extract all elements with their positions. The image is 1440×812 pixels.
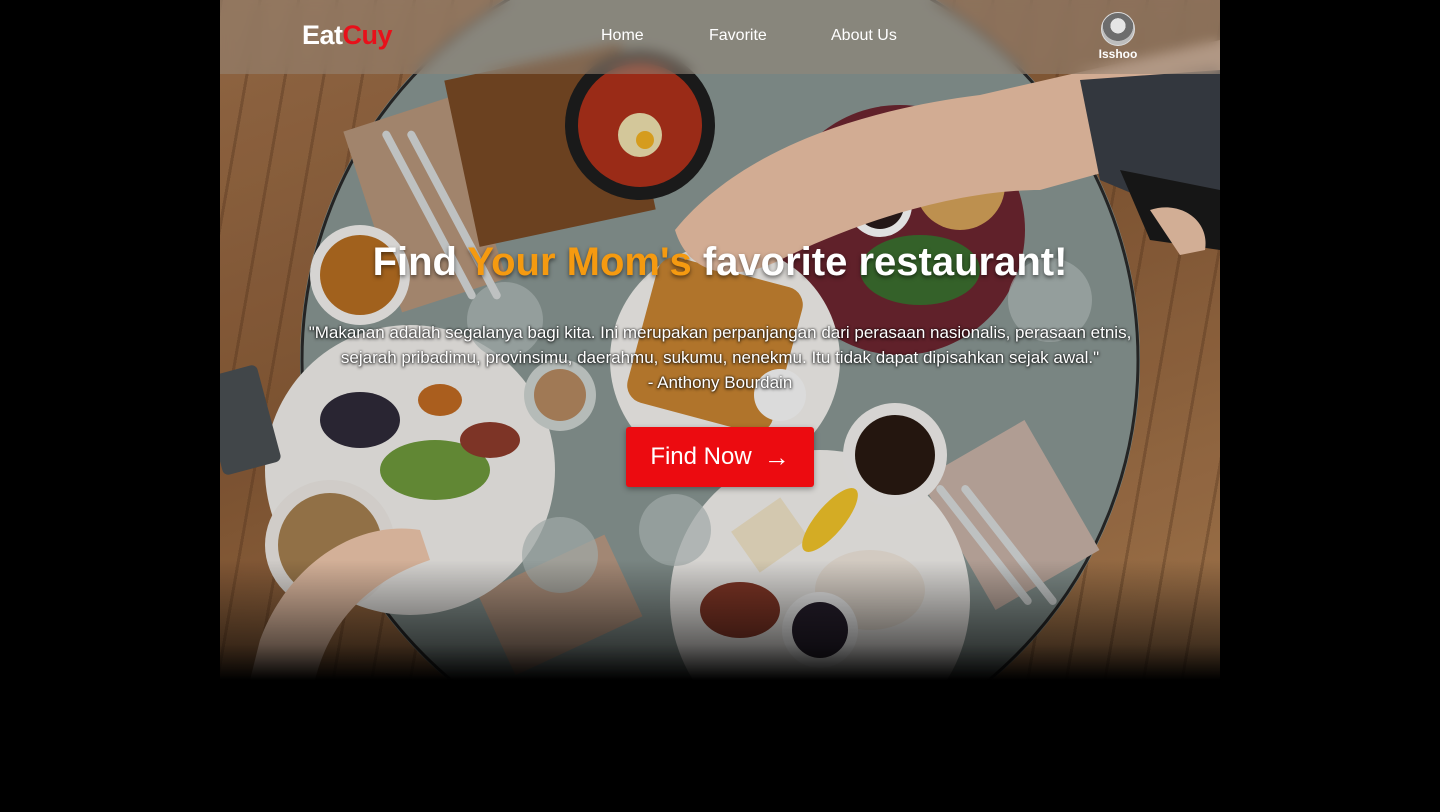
landing-page: EatCuy Home Favorite About Us Isshoo Fin… <box>220 0 1220 680</box>
quote-author: - Anthony Bourdain <box>647 373 793 392</box>
hero-quote: "Makanan adalah segalanya bagi kita. Ini… <box>290 320 1150 395</box>
brand-logo-part1: Eat <box>302 20 343 50</box>
nav-link-favorite[interactable]: Favorite <box>709 27 767 45</box>
brand-logo-part2: Cuy <box>342 20 393 50</box>
top-navbar: EatCuy Home Favorite About Us Isshoo <box>220 0 1220 74</box>
quote-text: "Makanan adalah segalanya bagi kita. Ini… <box>308 323 1132 367</box>
user-avatar-icon[interactable] <box>1101 12 1135 46</box>
user-profile[interactable]: Isshoo <box>1092 12 1144 61</box>
arrow-right-icon: → <box>763 442 790 472</box>
headline-end: favorite restaurant! <box>691 240 1068 284</box>
headline-accent: Your Mom's <box>467 240 692 284</box>
brand-logo[interactable]: EatCuy <box>302 20 393 51</box>
headline-start: Find <box>372 240 468 284</box>
find-now-button[interactable]: Find Now → <box>626 427 814 487</box>
hero-bottom-fade <box>220 560 1220 680</box>
hero-headline: Find Your Mom's favorite restaurant! <box>220 240 1220 285</box>
username-label: Isshoo <box>1098 47 1138 61</box>
find-now-label: Find Now <box>650 443 752 470</box>
nav-link-home[interactable]: Home <box>601 27 644 45</box>
nav-link-about-us[interactable]: About Us <box>831 27 897 45</box>
